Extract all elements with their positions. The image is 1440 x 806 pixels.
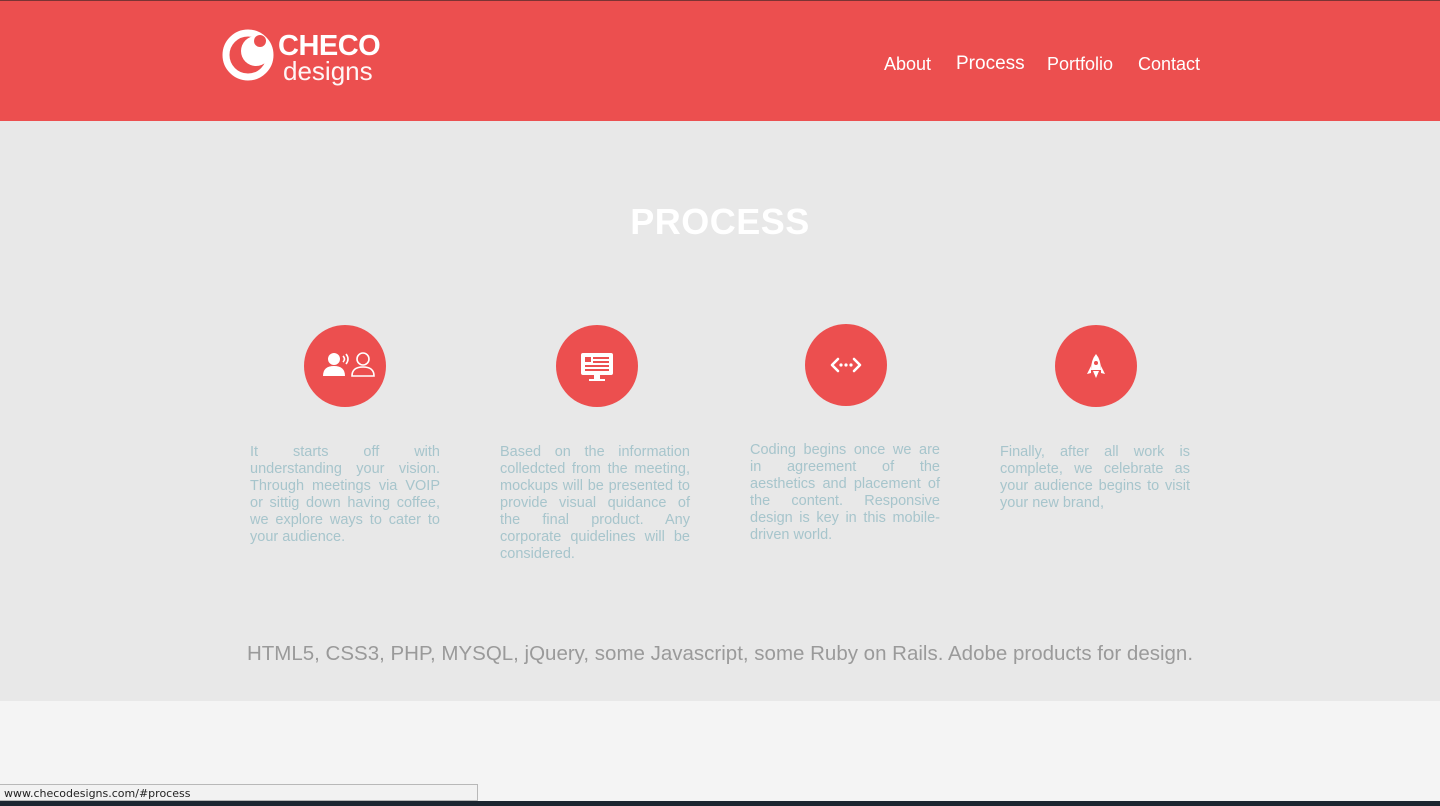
nav-portfolio[interactable]: Portfolio <box>1047 53 1113 75</box>
code-arrows-icon <box>830 357 862 373</box>
step-1-text: It starts off with understanding your vi… <box>250 444 440 545</box>
logo[interactable]: CHECO designs <box>222 27 392 89</box>
tech-stack-text: HTML5, CSS3, PHP, MYSQL, jQuery, some Ja… <box>246 642 1194 665</box>
rocket-icon <box>1087 354 1105 378</box>
step-2-circle <box>556 325 638 407</box>
monitor-icon <box>581 353 613 381</box>
site-header: CHECO designs About Process Portfolio Co… <box>0 1 1440 121</box>
nav-contact[interactable]: Contact <box>1138 53 1200 75</box>
step-4-circle <box>1055 325 1137 407</box>
users-talking-icon <box>323 352 375 377</box>
step-3-text: Coding begins once we are in agreement o… <box>750 442 940 543</box>
nav-about[interactable]: About <box>884 53 931 75</box>
step-1-circle <box>304 325 386 407</box>
section-title: PROCESS <box>630 201 810 242</box>
nav-process[interactable]: Process <box>956 53 1025 75</box>
process-section: PROCESS It starts off with understanding… <box>0 121 1440 701</box>
bottom-edge <box>0 801 1440 806</box>
browser-status-bar: www.checodesigns.com/#process <box>0 784 478 801</box>
logo-text-designs: designs <box>283 56 373 86</box>
step-2-text: Based on the information colledcted from… <box>500 444 690 562</box>
step-4-text: Finally, after all work is complete, we … <box>1000 444 1190 511</box>
step-3-circle <box>805 324 887 406</box>
logo-mark-icon <box>222 29 274 81</box>
